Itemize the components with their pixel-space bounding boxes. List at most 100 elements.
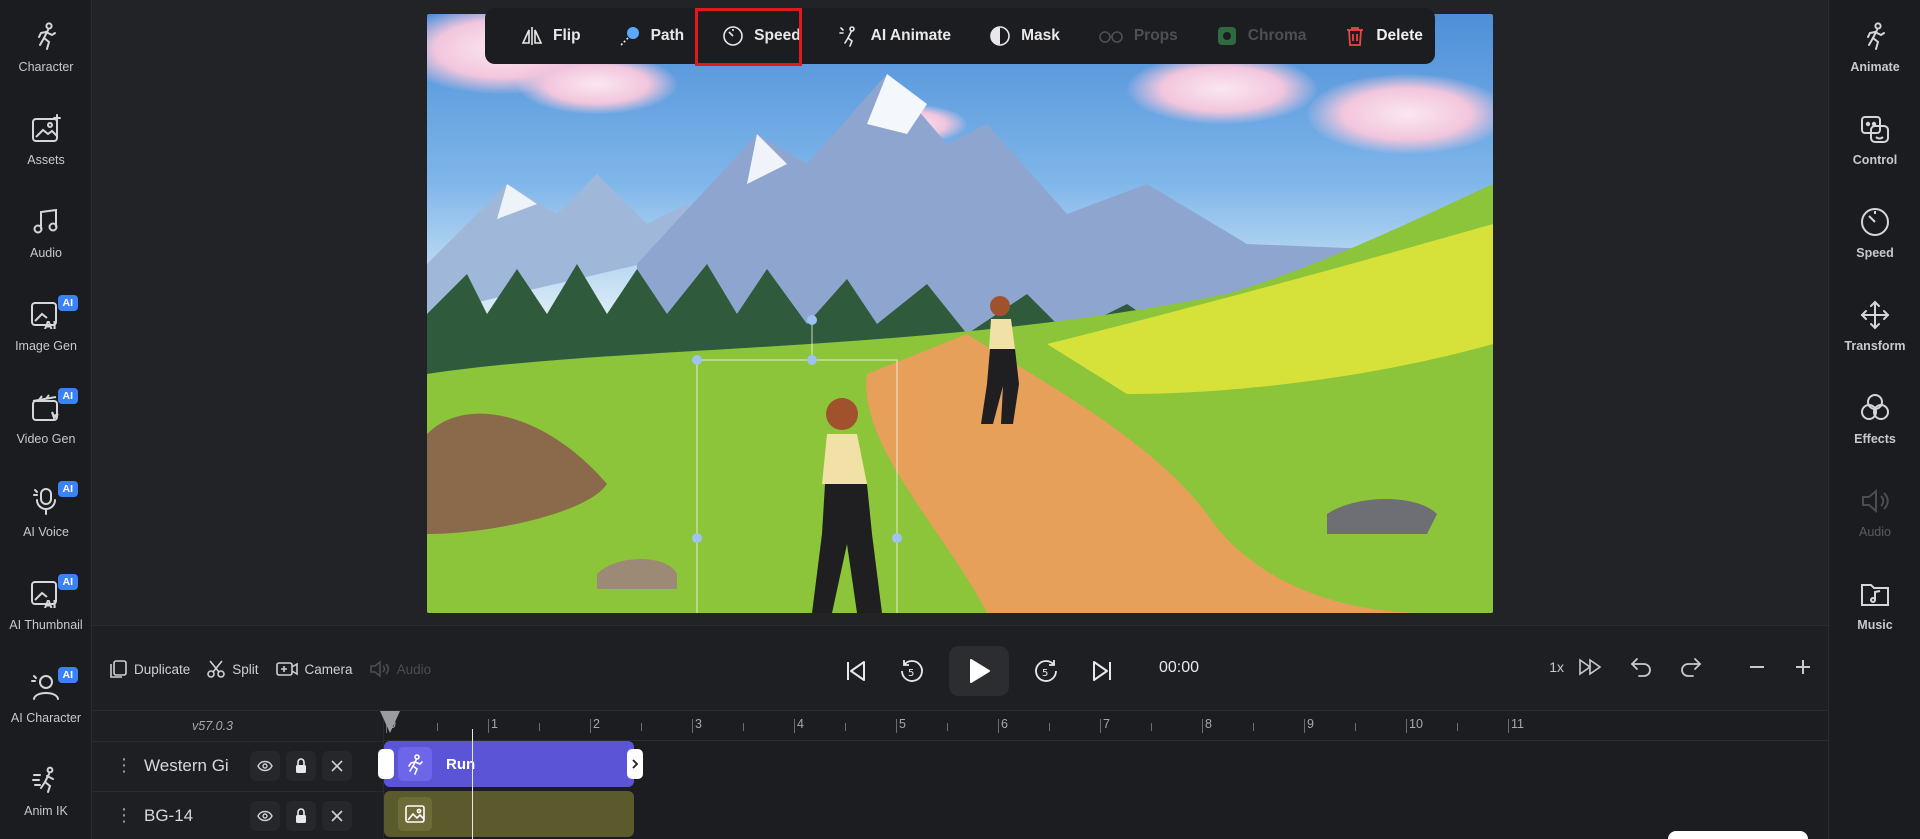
speed-button[interactable]: Speed <box>722 8 801 64</box>
clip-actions: Duplicate Split Camera Audio <box>108 659 431 679</box>
path-icon <box>619 27 639 46</box>
path-button[interactable]: Path <box>619 8 684 64</box>
clip-background[interactable] <box>384 791 634 837</box>
ruler-tick-label: 4 <box>797 717 804 731</box>
forward-5-icon: 5 <box>1035 660 1057 682</box>
sidebar-item-ai-voice[interactable]: AI AI Voice <box>0 469 92 549</box>
ruler-minor-tick <box>1049 723 1050 731</box>
ruler-minor-tick <box>641 723 642 731</box>
right-item-label: Transform <box>1844 339 1906 353</box>
zoom-out-icon[interactable] <box>1746 656 1768 678</box>
props-button[interactable]: Props <box>1098 8 1178 64</box>
skip-start-button[interactable] <box>837 652 875 690</box>
sidebar-item-assets[interactable]: Assets <box>0 97 92 177</box>
sidebar-item-ai-character[interactable]: AI AI Character <box>0 655 92 735</box>
speaker-icon <box>369 660 389 678</box>
right-item-music[interactable]: Music <box>1829 562 1920 642</box>
right-item-transform[interactable]: Transform <box>1829 283 1920 363</box>
track-menu-icon[interactable]: ⋮ <box>114 805 134 826</box>
chroma-icon <box>1217 27 1236 45</box>
flip-label: Flip <box>553 27 581 44</box>
effects-icon <box>1857 390 1893 426</box>
ruler-tick <box>692 719 693 733</box>
sidebar-item-audio[interactable]: Audio <box>0 190 92 270</box>
left-sidebar: Character Assets Audio AI AI Image Gen A… <box>0 0 92 839</box>
right-item-effects[interactable]: Effects <box>1829 376 1920 456</box>
play-button[interactable] <box>949 646 1009 696</box>
eye-icon[interactable] <box>250 800 280 831</box>
ruler-minor-tick <box>743 723 744 731</box>
svg-text:5: 5 <box>908 668 914 679</box>
right-sidebar: Animate Control Speed Transform Effects <box>1828 0 1920 839</box>
sidebar-item-anim-ik[interactable]: Anim IK <box>0 748 92 828</box>
close-icon[interactable] <box>322 750 352 781</box>
sidebar-item-label: AI Voice <box>23 525 69 539</box>
playhead-handle[interactable] <box>380 711 400 733</box>
ruler-tick <box>1304 719 1305 733</box>
transform-icon <box>1857 297 1893 333</box>
lock-icon[interactable] <box>286 800 316 831</box>
timeline-ruler[interactable]: 0 1 2 3 4 5 6 7 8 9 10 11 <box>384 711 1828 741</box>
sidebar-item-image-gen[interactable]: AI AI Image Gen <box>0 283 92 363</box>
camera-button[interactable]: Camera <box>275 659 353 679</box>
split-button[interactable]: Split <box>206 659 259 679</box>
ruler-minor-tick <box>1355 723 1356 731</box>
right-item-animate[interactable]: Animate <box>1829 4 1920 84</box>
zoom-in-icon[interactable] <box>1792 656 1814 678</box>
right-item-speed[interactable]: Speed <box>1829 190 1920 270</box>
right-item-label: Control <box>1852 153 1898 167</box>
skip-forward-icon <box>1093 661 1111 681</box>
canvas-stage: Flip Path Speed AI Animate Mask Props Ch… <box>92 0 1828 625</box>
ruler-minor-tick <box>1253 723 1254 731</box>
ai-animate-button[interactable]: AI Animate <box>838 8 951 64</box>
undo-icon[interactable] <box>1628 654 1654 680</box>
eye-icon[interactable] <box>250 750 280 781</box>
scene-canvas[interactable] <box>427 14 1493 613</box>
clip-left-handle[interactable] <box>378 749 394 779</box>
sidebar-item-label: AI Character <box>10 711 82 725</box>
ruler-minor-tick <box>1457 723 1458 731</box>
ruler-tick <box>488 719 489 733</box>
rewind-5-button[interactable]: 5 <box>893 652 931 690</box>
run-icon <box>398 747 432 781</box>
skip-end-button[interactable] <box>1083 652 1121 690</box>
forward-5-button[interactable]: 5 <box>1027 652 1065 690</box>
transport-controls: 5 5 <box>837 646 1121 696</box>
ruler-minor-tick <box>947 723 948 731</box>
right-item-audio[interactable]: Audio <box>1829 469 1920 549</box>
sidebar-item-label: Video Gen <box>16 432 76 446</box>
sidebar-item-ai-thumbnail[interactable]: AI AI AI Thumbnail <box>0 562 92 642</box>
ruler-tick <box>1202 719 1203 733</box>
audio-button[interactable]: Audio <box>369 659 431 679</box>
clip-right-handle[interactable] <box>627 749 643 779</box>
right-item-control[interactable]: Control <box>1829 97 1920 177</box>
scene-landscape <box>427 74 1493 613</box>
fast-forward-icon[interactable] <box>1578 657 1604 677</box>
sidebar-item-label: Character <box>18 60 74 74</box>
delete-label: Delete <box>1376 27 1423 44</box>
clip-run[interactable]: Run <box>378 741 643 787</box>
duplicate-button[interactable]: Duplicate <box>108 659 190 679</box>
speed-icon <box>723 26 743 46</box>
track-name: BG-14 <box>144 805 194 825</box>
chroma-label: Chroma <box>1247 27 1307 44</box>
delete-button[interactable]: Delete <box>1344 8 1423 64</box>
ruler-tick <box>590 719 591 733</box>
version-label: v57.0.3 <box>192 719 234 733</box>
playback-speed[interactable]: 1x <box>1549 659 1564 675</box>
ruler-minor-tick <box>539 723 540 731</box>
svg-text:AI: AI <box>44 598 57 610</box>
anim-ik-icon <box>28 762 64 798</box>
element-toolbar: Flip Path Speed AI Animate Mask Props Ch… <box>485 8 1435 64</box>
close-icon[interactable] <box>322 800 352 831</box>
ai-animate-icon <box>838 26 855 47</box>
lock-icon[interactable] <box>286 750 316 781</box>
sidebar-item-video-gen[interactable]: AI Video Gen <box>0 376 92 456</box>
mask-button[interactable]: Mask <box>989 8 1060 64</box>
flip-button[interactable]: Flip <box>521 8 581 64</box>
right-item-label: Animate <box>1850 60 1900 74</box>
track-menu-icon[interactable]: ⋮ <box>114 755 134 776</box>
sidebar-item-character[interactable]: Character <box>0 4 92 84</box>
redo-icon[interactable] <box>1678 654 1704 680</box>
chroma-button[interactable]: Chroma <box>1216 8 1307 64</box>
